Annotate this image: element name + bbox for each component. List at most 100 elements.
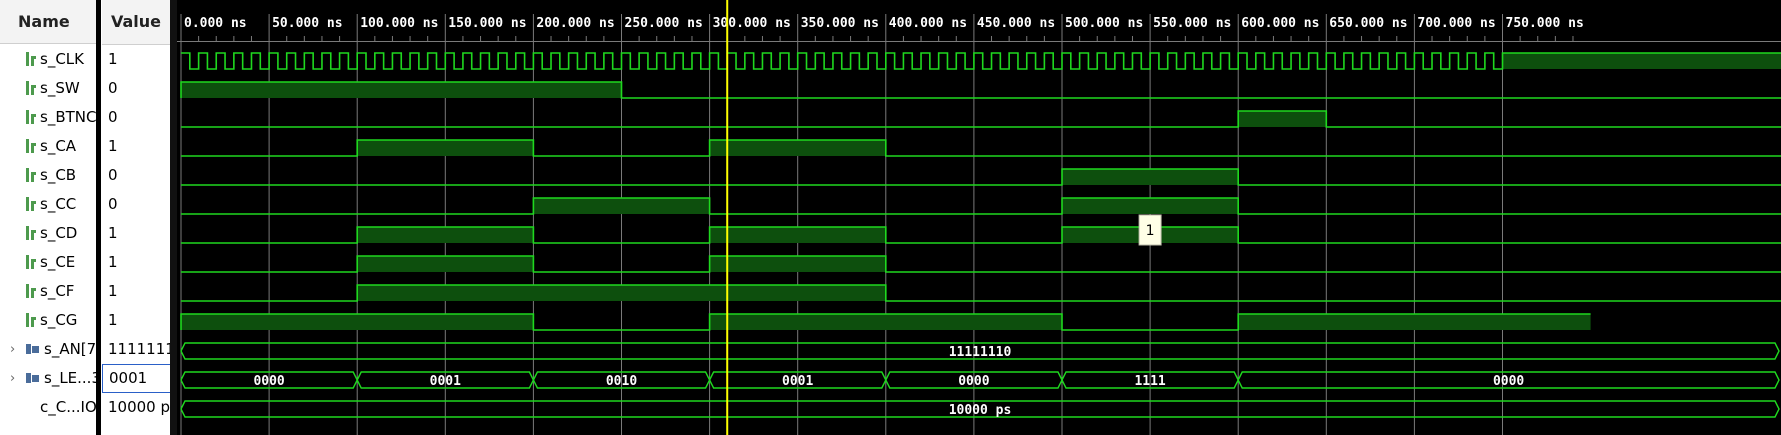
s_CG-high-region	[709, 314, 1062, 330]
bit-signal-icon	[26, 105, 36, 124]
bit-signal-icon	[26, 279, 36, 298]
signal-name-label: s_BTNC	[40, 108, 96, 126]
signal-name-12[interactable]: c_C...IOD	[0, 393, 96, 422]
waveform-canvas[interactable]: 0.000 ns 50.000 ns 100.000 ns 150.000 ns 200…	[177, 0, 1781, 435]
s_LED-bus-value: 1111	[1134, 374, 1165, 389]
timeline-tick-label: 200.000 ns	[536, 16, 614, 31]
signal-name-6[interactable]: s_CD	[0, 219, 96, 248]
expand-chevron-icon[interactable]: ›	[10, 364, 15, 393]
timeline-tick-label: 350.000 ns	[801, 16, 879, 31]
timeline-tick-label: 450.000 ns	[977, 16, 1055, 31]
s_CA-high-region	[357, 140, 534, 156]
signal-value-6: 1	[108, 224, 118, 242]
s_LED-bus-value: 0000	[253, 374, 284, 389]
signal-name-label: s_CLK	[40, 50, 84, 68]
signal-name-label: s_CB	[40, 166, 77, 184]
bit-signal-icon	[26, 47, 36, 66]
signal-value-2: 0	[108, 108, 118, 126]
bus-signal-icon	[26, 336, 40, 354]
signal-name-label: s_SW	[40, 79, 80, 97]
signal-value-7: 1	[108, 253, 118, 271]
s_CD-high-region	[357, 227, 534, 243]
s_CB-waveform	[181, 168, 1781, 186]
timeline-tick-label: 500.000 ns	[1065, 16, 1143, 31]
s_CG-high-region	[181, 314, 534, 330]
signal-name-7[interactable]: s_CE	[0, 248, 96, 277]
signal-name-label: s_CC	[40, 195, 77, 213]
signal-name-5[interactable]: s_CC	[0, 190, 96, 219]
timeline-tick-label: 400.000 ns	[889, 16, 967, 31]
s_LED-bus-value: 0010	[606, 374, 637, 389]
signal-value-9: 1	[108, 311, 118, 329]
signal-value-10: 11111110	[108, 340, 172, 358]
s_CE-high-region	[709, 256, 886, 272]
signal-value-edit-field[interactable]: 0001	[102, 364, 172, 393]
signal-value-8: 1	[108, 282, 118, 300]
s_CC-high-region	[1062, 198, 1239, 214]
signal-name-label: s_CA	[40, 137, 77, 155]
s_CF-high-region	[357, 285, 886, 301]
value-column-header[interactable]: Value	[102, 0, 170, 45]
signal-name-3[interactable]: s_CA	[0, 132, 96, 161]
bit-signal-icon	[26, 221, 36, 240]
signal-name-4[interactable]: s_CB	[0, 161, 96, 190]
timeline-tick-label: 0.000 ns	[184, 16, 247, 31]
signal-name-11[interactable]: › s_LE...3:0	[0, 364, 96, 393]
s_AN-bus-value: 11111110	[949, 345, 1012, 360]
signal-value-0: 1	[108, 50, 118, 68]
timeline-tick-label: 550.000 ns	[1153, 16, 1231, 31]
s_LED-bus-value: 0000	[958, 374, 989, 389]
timeline-tick-label: 650.000 ns	[1329, 16, 1407, 31]
timeline-tick-label: 700.000 ns	[1417, 16, 1495, 31]
constant-signal-icon	[26, 400, 36, 414]
bit-signal-icon	[26, 163, 36, 182]
signal-name-0[interactable]: s_CLK	[0, 45, 96, 74]
bus-signal-icon	[26, 365, 40, 383]
signal-list-panel: Name Value s_CLK 1 s_SW 0 s_BTNC 0 s_CA 1 s_CB 0 s…	[0, 0, 175, 435]
bit-signal-icon	[26, 192, 36, 211]
timeline-tick-label: 750.000 ns	[1506, 16, 1584, 31]
signal-name-label: c_C...IOD	[40, 398, 96, 416]
signal-value-12: 10000 ps	[108, 398, 172, 416]
s_LED-bus-value: 0000	[1493, 374, 1524, 389]
signal-value-1: 0	[108, 79, 118, 97]
timeline-tick-label: 150.000 ns	[448, 16, 526, 31]
name-column-header[interactable]: Name	[0, 0, 96, 44]
s_BTNC-high-region	[1238, 111, 1327, 127]
bit-signal-icon	[26, 134, 36, 153]
waveform-viewer[interactable]: 0.000 ns 50.000 ns 100.000 ns 150.000 ns 200…	[177, 0, 1781, 435]
panel-splitter[interactable]	[170, 0, 177, 435]
s_CD-high-region	[709, 227, 886, 243]
s_CC-waveform	[181, 197, 1781, 215]
signal-name-label: s_CF	[40, 282, 75, 300]
signal-value-4: 0	[108, 166, 118, 184]
s_LED-bus-value: 0001	[782, 374, 813, 389]
signal-value-5: 0	[108, 195, 118, 213]
s_CB-high-region	[1062, 169, 1239, 185]
timeline-tick-label: 100.000 ns	[360, 16, 438, 31]
signal-name-label: s_CG	[40, 311, 78, 329]
name-value-divider[interactable]	[96, 0, 101, 435]
bit-signal-icon	[26, 250, 36, 269]
value-tooltip-text: 1	[1146, 223, 1155, 239]
bit-signal-icon	[26, 308, 36, 327]
s_CC-high-region	[533, 198, 710, 214]
s_BTNC-waveform	[181, 110, 1781, 128]
signal-name-label: s_LE...3:0	[44, 369, 96, 387]
signal-name-label: s_CD	[40, 224, 78, 242]
s_CLK-high-region	[1502, 53, 1781, 69]
s_CE-high-region	[357, 256, 534, 272]
signal-name-1[interactable]: s_SW	[0, 74, 96, 103]
expand-chevron-icon[interactable]: ›	[10, 335, 15, 364]
signal-name-2[interactable]: s_BTNC	[0, 103, 96, 132]
signal-name-9[interactable]: s_CG	[0, 306, 96, 335]
s_LED-bus-value: 0001	[430, 374, 461, 389]
timeline-tick-label: 250.000 ns	[625, 16, 703, 31]
timeline-tick-label: 300.000 ns	[713, 16, 791, 31]
signal-name-8[interactable]: s_CF	[0, 277, 96, 306]
timeline-tick-label: 600.000 ns	[1241, 16, 1319, 31]
s_SW-high-region	[181, 82, 622, 98]
signal-name-label: s_CE	[40, 253, 76, 271]
s_CG-high-region	[1238, 314, 1591, 330]
signal-name-10[interactable]: › s_AN[7:	[0, 335, 96, 364]
